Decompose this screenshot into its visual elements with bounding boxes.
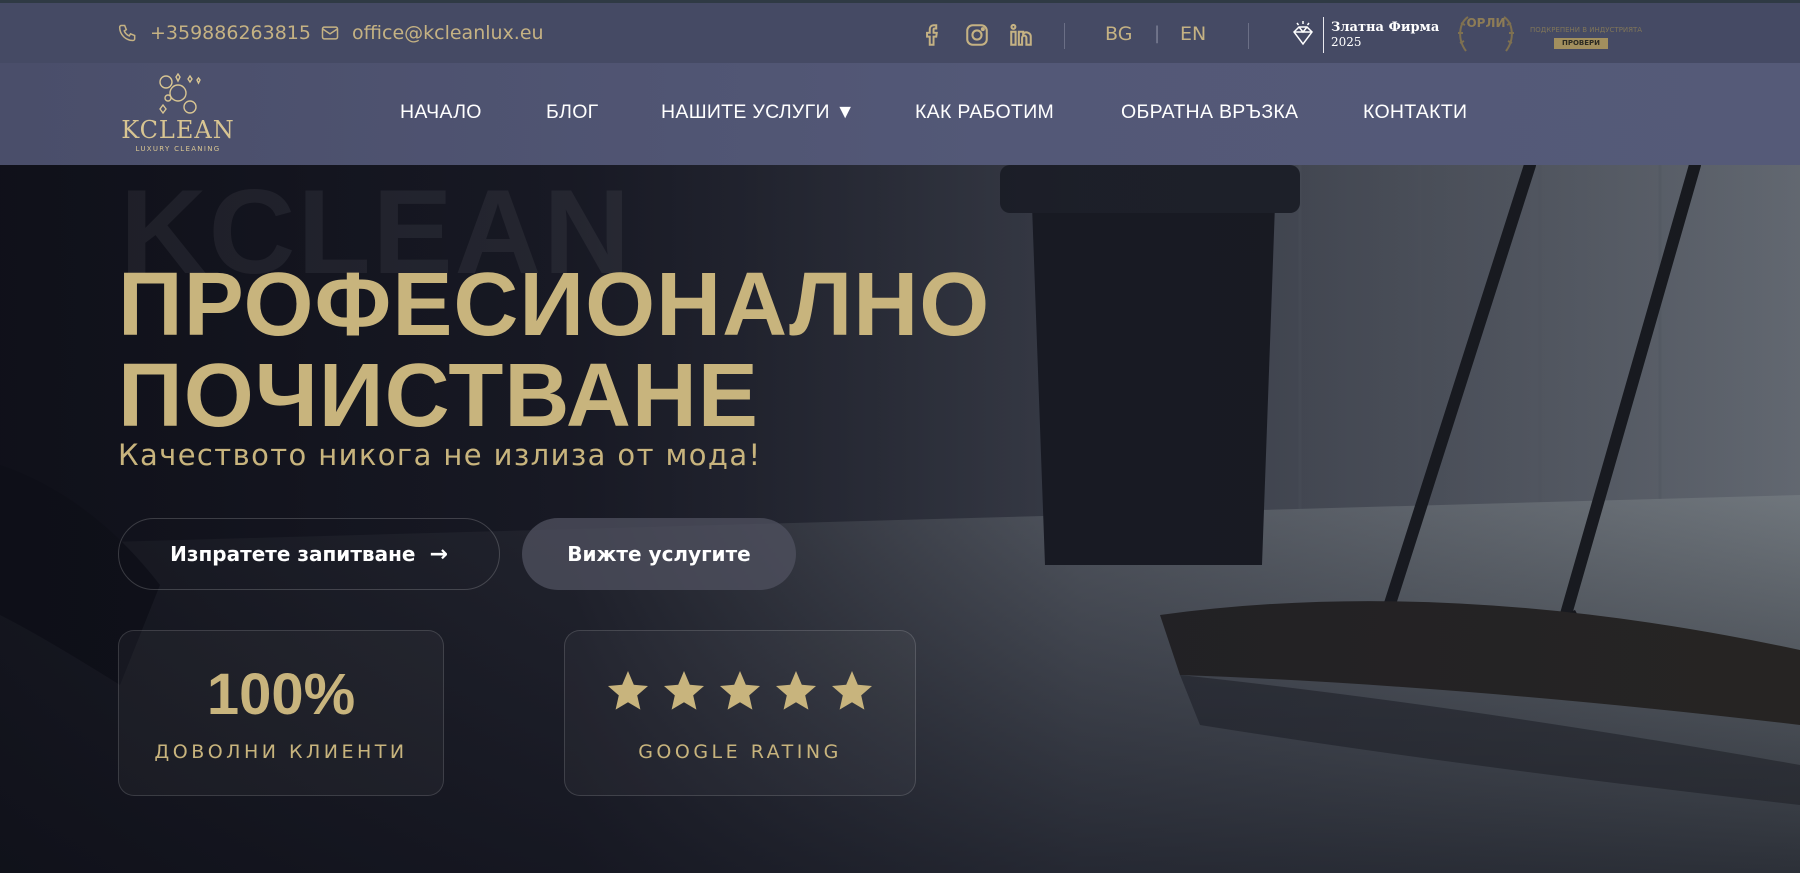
- brand-subtitle: LUXURY CLEANING: [135, 145, 221, 153]
- nav-contacts[interactable]: КОНТАКТИ: [1363, 101, 1467, 124]
- hero-tagline: Качеството никога не излиза от мода!: [118, 438, 762, 472]
- headline-line1: ПРОФЕСИОНАЛНО: [118, 255, 991, 355]
- nav-how-we-work[interactable]: КАК РАБОТИМ: [915, 101, 1054, 124]
- award-divider: [1323, 17, 1324, 53]
- top-bar: +359886263815 office@kcleanlux.eu BG | E…: [0, 0, 1800, 63]
- award-line2: 2025: [1331, 35, 1362, 49]
- brand-logo[interactable]: KCLEAN LUXURY CLEANING: [118, 72, 238, 159]
- award-text: Златна Фирма 2025: [1331, 20, 1439, 50]
- star-icon: [664, 671, 704, 710]
- star-icon: [608, 671, 648, 710]
- send-inquiry-button[interactable]: Изпратете запитване →: [118, 518, 500, 590]
- hero-headline: ПРОФЕСИОНАЛНО ПОЧИСТВАНЕ: [118, 260, 990, 442]
- linkedin-icon[interactable]: [1008, 22, 1034, 48]
- hero-section: KCLEAN ПРОФЕСИОНАЛНО ПОЧИСТВАНЕ Качество…: [0, 165, 1800, 873]
- divider: [1064, 23, 1065, 49]
- nav-services-dropdown[interactable]: НАШИТЕ УСЛУГИ ▼: [661, 101, 855, 124]
- orli-tagline: ПОДКРЕПЕНИ В ИНДУСТРИЯТА: [1530, 26, 1643, 34]
- phone-icon: [118, 24, 136, 42]
- send-inquiry-label: Изпратете запитване: [170, 542, 416, 566]
- view-services-button[interactable]: Вижте услугите: [522, 518, 796, 590]
- star-icon: [720, 671, 760, 710]
- star-icon: [832, 671, 872, 710]
- stat-google-rating: GOOGLE RATING: [564, 630, 916, 796]
- main-navigation: KCLEAN LUXURY CLEANING НАЧАЛО БЛОГ НАШИТ…: [0, 63, 1800, 165]
- clients-value: 100%: [206, 662, 356, 727]
- lang-en[interactable]: EN: [1180, 23, 1206, 45]
- orli-check-button[interactable]: ПРОВЕРИ: [1554, 38, 1608, 49]
- phone-link[interactable]: +359886263815: [118, 3, 311, 63]
- nav-feedback[interactable]: ОБРАТНА ВРЪЗКА: [1121, 101, 1298, 124]
- brand-name: KCLEAN: [121, 116, 235, 144]
- bubbles-icon: [159, 72, 201, 115]
- phone-number: +359886263815: [150, 22, 311, 44]
- rating-label: GOOGLE RATING: [638, 741, 842, 763]
- lang-separator: |: [1154, 23, 1161, 44]
- instagram-icon[interactable]: [964, 22, 990, 48]
- arrow-right-icon: →: [429, 541, 448, 567]
- orli-name: ОРЛИ: [1466, 16, 1506, 30]
- award-line1: Златна Фирма: [1331, 20, 1440, 35]
- award-golden-company[interactable]: Златна Фирма 2025: [1290, 15, 1439, 55]
- email-link[interactable]: office@kcleanlux.eu: [320, 3, 544, 63]
- email-address: office@kcleanlux.eu: [352, 22, 544, 44]
- view-services-label: Вижте услугите: [567, 542, 751, 566]
- diamond-icon: [1293, 21, 1313, 46]
- headline-line2: ПОЧИСТВАНЕ: [118, 346, 759, 446]
- nav-home[interactable]: НАЧАЛО: [400, 101, 482, 124]
- star-icon: [776, 671, 816, 710]
- divider: [1248, 23, 1249, 49]
- nav-blog[interactable]: БЛОГ: [546, 101, 599, 124]
- rating-stars: [565, 667, 915, 715]
- facebook-icon[interactable]: [920, 22, 946, 48]
- stat-satisfied-clients: 100% ДОВОЛНИ КЛИЕНТИ: [118, 630, 444, 796]
- mail-icon: [321, 26, 339, 40]
- lang-bg[interactable]: BG: [1105, 23, 1132, 45]
- award-orli-badge[interactable]: ОРЛИ ПОДКРЕПЕНИ В ИНДУСТРИЯТА ПРОВЕРИ: [1448, 11, 1642, 61]
- clients-label: ДОВОЛНИ КЛИЕНТИ: [154, 741, 408, 763]
